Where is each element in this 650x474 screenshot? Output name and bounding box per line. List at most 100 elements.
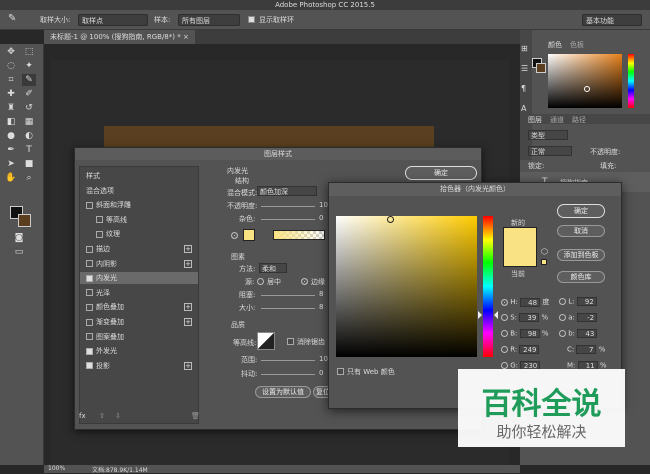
style-list-item[interactable]: 图案叠加 [80, 331, 198, 343]
choke-value[interactable]: 8 [319, 290, 323, 298]
jitter-slider[interactable] [261, 374, 315, 375]
h-value[interactable]: 48 [520, 297, 541, 307]
style-list-item[interactable]: 内阴影 + [80, 258, 198, 270]
style-checkbox[interactable] [86, 318, 93, 326]
style-list-item[interactable]: 颜色叠加 + [80, 301, 198, 313]
hand-tool-icon[interactable]: ✋ [4, 172, 18, 184]
glow-color-swatch[interactable] [243, 229, 255, 241]
b-value[interactable]: 98 [519, 329, 540, 338]
hue-slider[interactable] [483, 216, 493, 357]
add-effect-icon[interactable]: + [184, 245, 192, 253]
style-checkbox[interactable] [86, 303, 93, 311]
move-up-icon[interactable]: ⇧ [99, 412, 105, 420]
size-value[interactable]: 8 [319, 303, 323, 311]
color-field-marker[interactable] [387, 216, 394, 223]
style-checkbox[interactable] [86, 333, 93, 341]
cube-icon[interactable]: ⬡ [541, 247, 548, 256]
saturation-brightness-field[interactable] [336, 216, 477, 357]
color-panel-field[interactable] [548, 54, 622, 108]
zoom-tool-icon[interactable]: ⌕ [22, 172, 36, 184]
style-list-item[interactable]: 投影 + [80, 360, 198, 372]
jitter-value[interactable]: 0 [319, 369, 323, 377]
type-tool-icon[interactable]: T [22, 144, 36, 156]
dodge-tool-icon[interactable]: ◐ [22, 130, 36, 142]
style-list-item[interactable]: 混合选项 [80, 185, 198, 197]
style-checkbox[interactable] [86, 347, 93, 355]
eyedropper-icon[interactable]: ✎ [8, 13, 16, 24]
quick-mask-icon[interactable]: ◙ [12, 232, 26, 244]
add-swatch-button[interactable]: 添加到色板 [557, 249, 605, 261]
style-list-item[interactable]: 外发光 [80, 345, 198, 357]
solid-color-radio[interactable] [231, 232, 238, 239]
web-safe-swatch[interactable] [541, 259, 547, 265]
trash-icon[interactable]: 🗑 [191, 412, 200, 420]
gradient-swatch[interactable] [273, 230, 325, 240]
lab-b-radio[interactable] [559, 330, 566, 337]
current-color-swatch[interactable] [503, 247, 537, 267]
b-radio[interactable] [501, 330, 508, 337]
close-icon[interactable]: × [183, 33, 189, 41]
L-value[interactable]: 92 [576, 297, 597, 306]
s-radio[interactable] [501, 314, 508, 321]
L-radio[interactable] [559, 298, 566, 305]
opacity-slider[interactable] [261, 206, 315, 207]
character-icon[interactable]: A [521, 104, 526, 113]
eraser-tool-icon[interactable]: ◧ [4, 116, 18, 128]
add-effect-icon[interactable]: + [184, 318, 192, 326]
history-brush-icon[interactable]: ↺ [22, 102, 36, 114]
g-radio[interactable] [501, 362, 508, 369]
tab-layers[interactable]: 图层 [528, 115, 542, 125]
show-ring-checkbox[interactable] [248, 16, 255, 23]
lasso-tool-icon[interactable]: ◌ [4, 60, 18, 72]
sample-size-select[interactable]: 取样点 [78, 14, 148, 26]
a-radio[interactable] [559, 314, 566, 321]
size-slider[interactable] [261, 308, 315, 309]
layer-style-ok-button[interactable]: 确定 [405, 166, 477, 180]
paragraph-icon[interactable]: ¶ [521, 84, 526, 93]
sample-select[interactable]: 所有图层 [178, 14, 240, 26]
workspace-select[interactable]: 基本功能 [582, 14, 642, 26]
a-value[interactable]: -2 [577, 313, 598, 322]
screen-mode-icon[interactable]: ▭ [12, 246, 26, 258]
style-checkbox[interactable] [86, 201, 93, 209]
center-radio[interactable] [257, 278, 264, 285]
add-effect-icon[interactable]: + [184, 259, 192, 268]
fx-button[interactable]: fx [79, 412, 86, 420]
lab-b-value[interactable]: 43 [577, 329, 598, 338]
stamp-tool-icon[interactable]: ♜ [4, 102, 18, 114]
blend-mode-select[interactable]: 颜色加深 [257, 186, 317, 196]
gradient-tool-icon[interactable]: ▦ [22, 116, 36, 128]
tab-channels[interactable]: 通道 [550, 115, 564, 125]
color-library-button[interactable]: 颜色库 [557, 271, 605, 283]
style-checkbox[interactable] [86, 362, 93, 370]
blur-tool-icon[interactable]: ● [4, 130, 18, 142]
antialias-checkbox[interactable] [287, 338, 294, 345]
set-default-button[interactable]: 设置为默认值 [255, 386, 311, 398]
style-list-item[interactable]: 样式 [80, 170, 198, 182]
style-checkbox[interactable] [86, 260, 93, 268]
background-color[interactable] [18, 214, 31, 227]
style-checkbox[interactable] [96, 216, 103, 224]
history-icon[interactable]: ⊞ [521, 44, 528, 53]
range-slider[interactable] [261, 360, 315, 361]
crop-tool-icon[interactable]: ⌗ [4, 74, 18, 86]
r-value[interactable]: 249 [519, 345, 540, 354]
move-tool-icon[interactable]: ✥ [4, 46, 18, 58]
tab-paths[interactable]: 路径 [572, 115, 586, 125]
h-radio[interactable] [501, 298, 508, 306]
r-radio[interactable] [501, 346, 508, 353]
healing-tool-icon[interactable]: ✚ [4, 88, 18, 100]
edge-radio[interactable] [301, 278, 308, 285]
style-list-item[interactable]: 渐变叠加 + [80, 316, 198, 328]
shape-tool-icon[interactable]: ■ [22, 158, 36, 170]
tab-swatches[interactable]: 色板 [570, 40, 584, 50]
style-list-item[interactable]: 光泽 [80, 287, 198, 299]
move-down-icon[interactable]: ⇩ [115, 412, 121, 420]
contour-preview[interactable] [257, 332, 275, 350]
tab-color[interactable]: 颜色 [548, 40, 562, 50]
style-list-item[interactable]: 斜面和浮雕 [80, 199, 198, 211]
add-effect-icon[interactable]: + [184, 303, 192, 312]
layer-blend-select[interactable]: 正常 [528, 146, 572, 156]
style-checkbox[interactable] [96, 230, 103, 238]
document-tab[interactable]: 未标题-1 @ 100% (搜狗指南, RGB/8*) * × [44, 30, 195, 44]
